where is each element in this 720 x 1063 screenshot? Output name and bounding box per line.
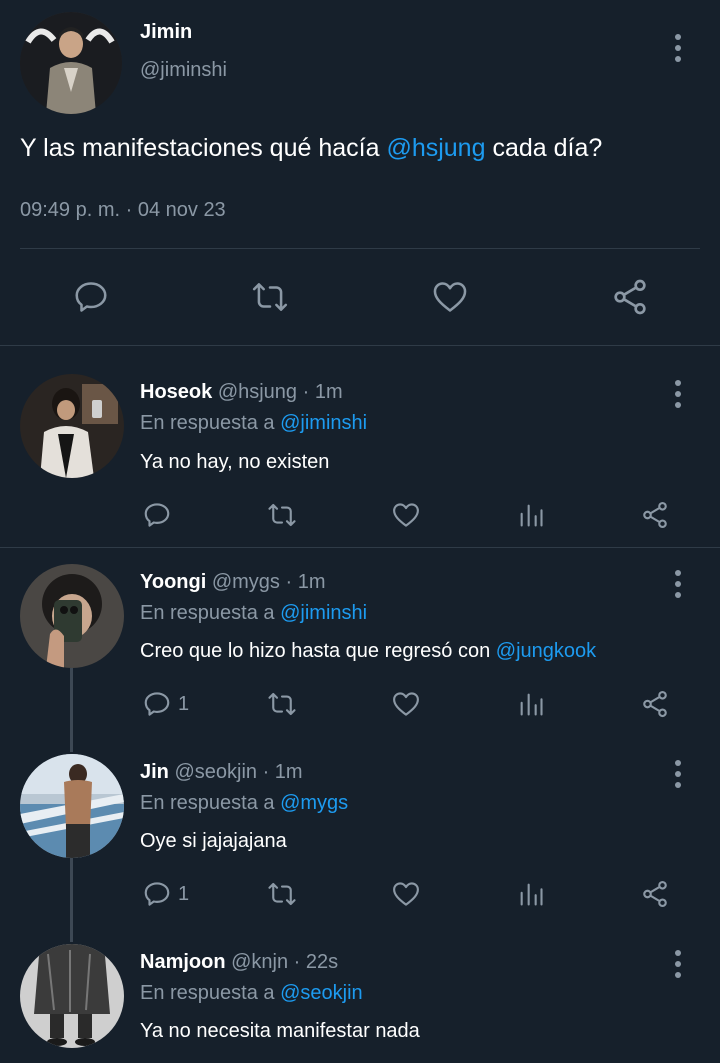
mention-link[interactable]: @seokjin [280,982,363,1004]
reply-header: Namjoon @knjn · 22s [140,950,338,974]
reply-prefix: En respuesta a [140,792,275,814]
mention-link[interactable]: @hsjung [386,134,485,162]
avatar[interactable] [20,374,124,478]
reply-text-part: Creo que lo hizo hasta que regresó con [140,640,496,662]
avatar-person-image [20,12,122,114]
mention-link[interactable]: @jiminshi [280,602,367,624]
display-name[interactable]: Jin [140,761,169,783]
mention-link[interactable]: @jiminshi [280,412,367,434]
reply-context: En respuesta a @jiminshi [140,601,367,625]
avatar[interactable] [20,944,124,1048]
bar-chart-icon[interactable] [516,880,546,908]
handle-and-time[interactable]: @seokjin · 1m [174,761,302,783]
retweet-icon[interactable] [250,278,290,316]
speech-bubble-icon[interactable] [142,879,172,909]
reply-prefix: En respuesta a [140,412,275,434]
speech-bubble-icon[interactable] [142,500,172,530]
reply-text: Ya no necesita manifestar nada [140,1019,420,1043]
reply-context: En respuesta a @mygs [140,791,348,815]
heart-icon[interactable] [390,879,422,909]
timestamp[interactable]: 09:49 p. m. · 04 nov 23 [20,198,226,222]
share-icon[interactable] [640,500,670,530]
bar-chart-icon[interactable] [516,690,546,718]
reply-count: 1 [178,693,190,715]
avatar[interactable] [20,754,124,858]
avatar[interactable] [20,12,122,114]
heart-icon[interactable] [390,500,422,530]
reply-text-part: Oye si jajajajana [140,830,287,852]
user-handle[interactable]: @jiminshi [140,58,227,82]
avatar-person-image [20,564,124,668]
handle-and-time[interactable]: @mygs · 1m [212,571,326,593]
divider [0,547,720,548]
bar-chart-icon[interactable] [516,501,546,529]
reply-text: Creo que lo hizo hasta que regresó con @… [140,639,596,663]
divider [20,248,700,249]
avatar-person-image [20,944,124,1048]
display-name[interactable]: Jimin [140,20,192,44]
retweet-icon[interactable] [266,879,298,909]
handle-and-time[interactable]: @knjn · 22s [231,951,338,973]
tweet-text-part: Y las manifestaciones qué hacía [20,134,387,162]
display-name[interactable]: Yoongi [140,571,206,593]
share-icon[interactable] [610,277,650,317]
reply-text-part: Ya no necesita manifestar nada [140,1020,420,1042]
share-icon[interactable] [640,689,670,719]
retweet-icon[interactable] [266,500,298,530]
reply-count: 1 [178,883,190,905]
reply-text: Oye si jajajajana [140,829,287,853]
thread-line [70,668,73,752]
more-vertical-icon[interactable] [674,570,682,598]
mention-link[interactable]: @jungkook [496,640,596,662]
tweet-text: Y las manifestaciones qué hacía @hsjung … [20,132,602,164]
more-vertical-icon[interactable] [674,34,682,62]
more-vertical-icon[interactable] [674,380,682,408]
reply-header: Hoseok @hsjung · 1m [140,380,343,404]
speech-bubble-icon[interactable] [72,278,110,316]
reply-text-part: Ya no hay, no existen [140,451,330,473]
speech-bubble-icon[interactable] [142,689,172,719]
thread-line [70,858,73,942]
reply-context: En respuesta a @jiminshi [140,411,367,435]
reply-header: Yoongi @mygs · 1m [140,570,326,594]
reply-prefix: En respuesta a [140,982,275,1004]
avatar-person-image [20,754,124,858]
reply-text: Ya no hay, no existen [140,450,329,474]
handle-and-time[interactable]: @hsjung · 1m [218,381,343,403]
share-icon[interactable] [640,879,670,909]
mention-link[interactable]: @mygs [280,792,348,814]
heart-icon[interactable] [430,278,470,316]
more-vertical-icon[interactable] [674,950,682,978]
divider [0,345,720,346]
heart-icon[interactable] [390,689,422,719]
tweet-text-part: cada día? [485,134,603,162]
reply-prefix: En respuesta a [140,602,275,624]
avatar-person-image [20,374,124,478]
retweet-icon[interactable] [266,689,298,719]
more-vertical-icon[interactable] [674,760,682,788]
reply-header: Jin @seokjin · 1m [140,760,303,784]
display-name[interactable]: Hoseok [140,381,212,403]
reply-context: En respuesta a @seokjin [140,981,363,1005]
display-name[interactable]: Namjoon [140,951,226,973]
avatar[interactable] [20,564,124,668]
